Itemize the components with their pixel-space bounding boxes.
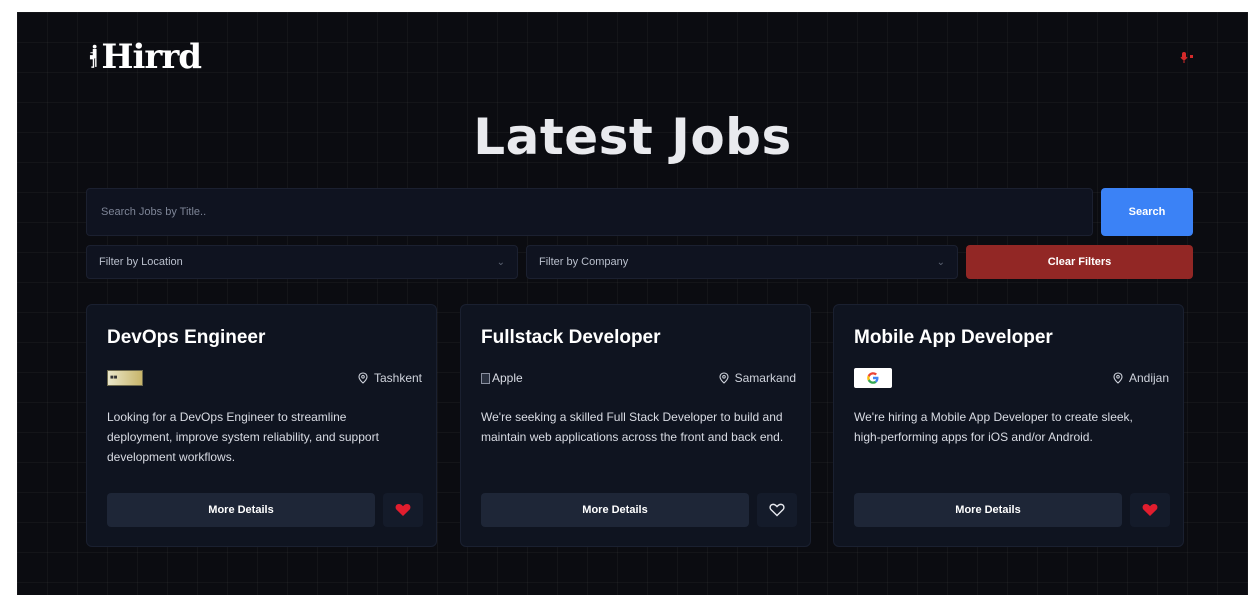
- job-title: Mobile App Developer: [854, 327, 1053, 348]
- brand-logo[interactable]: Hirrd: [89, 26, 202, 88]
- chevron-down-icon: ⌄: [936, 256, 945, 268]
- search-input[interactable]: [86, 188, 1093, 236]
- job-location-text: Samarkand: [734, 371, 796, 385]
- save-job-button[interactable]: [383, 493, 423, 527]
- clear-filters-button[interactable]: Clear Filters: [966, 245, 1193, 279]
- search-button[interactable]: Search: [1101, 188, 1193, 236]
- heart-filled-icon: [395, 503, 411, 516]
- job-description: We're seeking a skilled Full Stack Devel…: [481, 410, 784, 444]
- job-location: Tashkent: [358, 371, 422, 385]
- location-filter-select[interactable]: Filter by Location ⌄: [86, 245, 518, 279]
- company-filter-select[interactable]: Filter by Company ⌄: [526, 245, 958, 279]
- job-card: DevOps Engineer ■■ Tashkent Looking for …: [86, 304, 437, 547]
- map-pin-icon: [1113, 372, 1123, 384]
- job-meta-row: Andijan: [854, 367, 1169, 389]
- job-location: Samarkand: [719, 371, 796, 385]
- job-card: Fullstack Developer Apple Samarkand We'r…: [460, 304, 811, 547]
- job-card: Mobile App Developer Andijan We're hirin…: [833, 304, 1184, 547]
- job-meta-row: Apple Samarkand: [481, 367, 796, 389]
- location-filter-label: Filter by Location: [99, 256, 183, 268]
- more-details-button[interactable]: More Details: [481, 493, 749, 527]
- brand-name: Hirrd: [101, 37, 202, 77]
- google-logo: [854, 368, 892, 388]
- more-details-button[interactable]: More Details: [854, 493, 1122, 527]
- mic-button[interactable]: [1178, 48, 1196, 66]
- app-frame: Hirrd Latest Jobs Search Filter by Locat…: [17, 12, 1248, 595]
- heart-outline-icon: [769, 503, 785, 517]
- microsoft-logo: ■■: [107, 370, 143, 386]
- job-location: Andijan: [1113, 371, 1169, 385]
- job-description: Looking for a DevOps Engineer to streaml…: [107, 410, 379, 464]
- save-job-button[interactable]: [1130, 493, 1170, 527]
- job-title: DevOps Engineer: [107, 327, 266, 348]
- more-details-button[interactable]: More Details: [107, 493, 375, 527]
- broken-image-icon: [481, 372, 490, 384]
- chevron-down-icon: ⌄: [496, 256, 505, 268]
- job-title: Fullstack Developer: [481, 327, 661, 348]
- person-icon: [89, 44, 97, 68]
- job-location-text: Tashkent: [373, 371, 422, 385]
- google-g-icon: [867, 372, 879, 384]
- company-logo-alt: Apple: [492, 371, 523, 385]
- apple-logo: Apple: [481, 371, 523, 385]
- heart-filled-icon: [1142, 503, 1158, 516]
- company-filter-label: Filter by Company: [539, 256, 629, 268]
- job-location-text: Andijan: [1128, 371, 1169, 385]
- map-pin-icon: [719, 372, 729, 384]
- page-title: Latest Jobs: [473, 108, 792, 166]
- save-job-button[interactable]: [757, 493, 797, 527]
- map-pin-icon: [358, 372, 368, 384]
- job-meta-row: ■■ Tashkent: [107, 367, 422, 389]
- mic-icon: [1180, 52, 1193, 63]
- job-description: We're hiring a Mobile App Developer to c…: [854, 410, 1133, 444]
